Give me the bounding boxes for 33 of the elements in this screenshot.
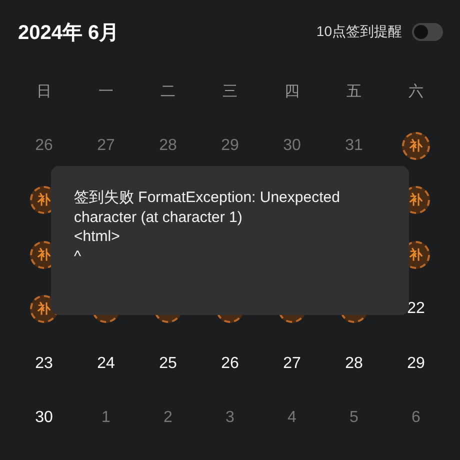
month-title: 2024年 6月 <box>18 20 120 46</box>
date-number[interactable]: 4 <box>288 409 296 428</box>
weekday-label: 二 <box>160 82 176 101</box>
date-number[interactable]: 30 <box>283 136 301 155</box>
weekday-label: 五 <box>346 82 362 101</box>
date-number[interactable]: 3 <box>226 409 234 428</box>
date-number[interactable]: 27 <box>97 136 115 155</box>
date-number[interactable]: 24 <box>97 354 115 373</box>
weekday-label: 三 <box>222 82 238 101</box>
date-number[interactable]: 29 <box>407 354 425 373</box>
date-number[interactable]: 1 <box>102 409 110 428</box>
date-number[interactable]: 26 <box>221 354 239 373</box>
weekday-label: 日 <box>36 82 52 101</box>
date-number[interactable]: 27 <box>283 354 301 373</box>
date-number[interactable]: 22 <box>407 300 425 318</box>
weekday-label: 一 <box>98 82 114 101</box>
error-message: 签到失败 FormatException: Unexpected character (at character 1) <html> ^ <box>74 188 341 266</box>
date-number[interactable]: 28 <box>159 136 177 155</box>
date-number[interactable]: 30 <box>35 409 53 428</box>
date-number[interactable]: 5 <box>350 409 358 428</box>
reminder-label: 10点签到提醒 <box>316 23 402 41</box>
makeup-badge[interactable]: 补 <box>402 132 430 160</box>
date-number[interactable]: 31 <box>345 136 363 155</box>
date-number[interactable]: 26 <box>35 136 53 155</box>
reminder-toggle[interactable] <box>412 23 443 41</box>
date-number[interactable]: 28 <box>345 354 363 373</box>
date-number[interactable]: 2 <box>164 409 172 428</box>
date-number[interactable]: 23 <box>35 354 53 373</box>
date-number[interactable]: 6 <box>412 409 420 428</box>
date-number[interactable]: 25 <box>159 354 177 373</box>
weekday-label: 六 <box>408 82 424 101</box>
date-number[interactable]: 29 <box>221 136 239 155</box>
weekday-label: 四 <box>284 82 300 101</box>
